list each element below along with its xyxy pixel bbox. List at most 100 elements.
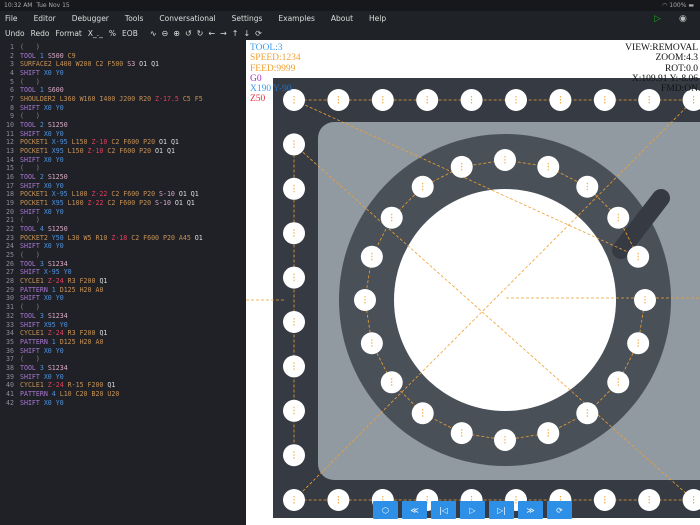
code-line[interactable]: 30 SHIFT X0 Y0 (0, 294, 246, 303)
code-line[interactable]: 20 SHIFT X0 Y0 (0, 208, 246, 217)
z-readout: Z50 (250, 94, 266, 105)
simulation-viewer[interactable]: TOOL:3 SPEED:1234 FEED:9999 G0 X190 Y-90… (246, 40, 700, 525)
code-line[interactable]: 38 TOOL 3 S1234 (0, 364, 246, 373)
undo-button[interactable]: Undo (5, 29, 25, 38)
menu-debugger[interactable]: Debugger (72, 14, 109, 23)
format-button[interactable]: Format (55, 29, 81, 38)
arrow-left-icon[interactable]: ← (208, 29, 215, 38)
time: 10:32 AM (4, 2, 33, 9)
code-text: SHOULDER2 L360 W160 I400 J200 R20 Z-17.5… (20, 95, 203, 104)
code-text: POCKET1 X95 L100 Z-22 C2 F600 P20 S-10 O… (20, 199, 195, 208)
line-number: 9 (10, 112, 14, 121)
toolpath-canvas[interactable] (246, 40, 700, 525)
line-number: 5 (10, 77, 14, 86)
code-text: CYCLE1 Z-24 R3 F200 Q1 (20, 277, 108, 286)
code-line[interactable]: 37 ( ) (0, 355, 246, 364)
code-line[interactable]: 14 SHIFT X0 Y0 (0, 156, 246, 165)
menu-help[interactable]: Help (369, 14, 386, 23)
step-forward-button[interactable]: ▷| (489, 501, 514, 519)
code-line[interactable]: 8 SHIFT X0 Y0 (0, 104, 246, 113)
zoom-in-icon[interactable]: ⊕ (173, 29, 180, 38)
rotate-left-icon[interactable]: ↺ (185, 29, 192, 38)
play-button[interactable]: ▷ (460, 501, 485, 519)
line-number: 41 (6, 389, 14, 398)
rewind-button[interactable]: ≪ (402, 501, 427, 519)
zoom-out-icon[interactable]: ⊖ (162, 29, 169, 38)
code-line[interactable]: 12 POCKET1 X-95 L150 Z-10 C2 F600 P20 O1 … (0, 138, 246, 147)
step-back-button[interactable]: |◁ (431, 501, 456, 519)
fmd-status: FMD:ON (661, 84, 698, 95)
code-text: ( ) (20, 164, 40, 173)
code-line[interactable]: 28 CYCLE1 Z-24 R3 F200 Q1 (0, 277, 246, 286)
code-line[interactable]: 4 SHIFT X0 Y0 (0, 69, 246, 78)
code-text: SHIFT X-95 Y0 (20, 268, 72, 277)
rotate-right-icon[interactable]: ↻ (197, 29, 204, 38)
code-line[interactable]: 42 SHIFT X0 Y0 (0, 399, 246, 408)
code-line[interactable]: 26 TOOL 3 S1234 (0, 260, 246, 269)
eob-button[interactable]: EOB (122, 29, 138, 38)
redo-button[interactable]: Redo (31, 29, 50, 38)
line-number: 21 (6, 216, 14, 225)
reset-icon: ⟳ (556, 505, 563, 515)
3d-view-button[interactable]: ⬡ (373, 501, 398, 519)
code-line[interactable]: 19 POCKET1 X95 L100 Z-22 C2 F600 P20 S-10… (0, 199, 246, 208)
reset-button[interactable]: ⟳ (547, 501, 572, 519)
code-line[interactable]: 33 SHIFT X95 Y0 (0, 321, 246, 330)
code-line[interactable]: 1 ( ) (0, 43, 246, 52)
code-line[interactable]: 11 SHIFT X0 Y0 (0, 130, 246, 139)
code-line[interactable]: 31 ( ) (0, 303, 246, 312)
code-line[interactable]: 6 TOOL 1 S600 (0, 86, 246, 95)
eye-icon[interactable]: ◉ (679, 14, 687, 24)
run-icon[interactable]: ▷ (654, 14, 661, 24)
code-line[interactable]: 25 ( ) (0, 251, 246, 260)
code-line[interactable]: 13 POCKET1 X95 L150 Z-10 C2 F600 P20 O1 Q… (0, 147, 246, 156)
line-number: 29 (6, 285, 14, 294)
code-line[interactable]: 17 SHIFT X0 Y0 (0, 182, 246, 191)
code-line[interactable]: 5 ( ) (0, 78, 246, 87)
menu-settings[interactable]: Settings (232, 14, 263, 23)
menu-about[interactable]: About (331, 14, 353, 23)
code-line[interactable]: 15 ( ) (0, 164, 246, 173)
refresh-icon[interactable]: ⟳ (255, 29, 262, 38)
code-line[interactable]: 36 SHIFT X0 Y0 (0, 347, 246, 356)
menu-file[interactable]: File (5, 14, 18, 23)
decimal-button[interactable]: X_._ (88, 29, 103, 38)
code-text: SHIFT X0 Y0 (20, 103, 64, 112)
code-line[interactable]: 27 SHIFT X-95 Y0 (0, 268, 246, 277)
code-line[interactable]: 32 TOOL 3 S1234 (0, 312, 246, 321)
code-line[interactable]: 18 POCKET1 X-95 L100 Z-22 C2 F600 P20 S-1… (0, 190, 246, 199)
code-line[interactable]: 3 SURFACE2 L400 W200 C2 F500 S3 O1 Q1 (0, 60, 246, 69)
code-line[interactable]: 34 CYCLE1 Z-24 R3 F200 Q1 (0, 329, 246, 338)
code-line[interactable]: 24 SHIFT X0 Y0 (0, 242, 246, 251)
code-editor[interactable]: 1 ( ) 2 TOOL 1 S500 C9 3 SURFACE2 L400 W200 C… (0, 40, 246, 525)
step-forward-icon: ▷| (497, 505, 506, 515)
menu-tools[interactable]: Tools (125, 14, 143, 23)
battery-icon: ▬ (688, 2, 694, 9)
line-number: 15 (6, 164, 14, 173)
code-line[interactable]: 21 ( ) (0, 216, 246, 225)
code-line[interactable]: 40 CYCLE1 Z-24 R-15 F200 Q1 (0, 381, 246, 390)
code-line[interactable]: 39 SHIFT X0 Y0 (0, 373, 246, 382)
code-line[interactable]: 22 TOOL 4 S1250 (0, 225, 246, 234)
signal-icon[interactable]: ∿ (150, 29, 157, 38)
menu-conversational[interactable]: Conversational (159, 14, 215, 23)
code-line[interactable]: 2 TOOL 1 S500 C9 (0, 52, 246, 61)
arrow-right-icon[interactable]: → (220, 29, 227, 38)
line-number: 12 (6, 138, 14, 147)
code-text: SHIFT X95 Y0 (20, 320, 68, 329)
code-line[interactable]: 16 TOOL 2 S1250 (0, 173, 246, 182)
fast-forward-button[interactable]: ≫ (518, 501, 543, 519)
arrow-down-icon[interactable]: ↓ (243, 29, 250, 38)
code-line[interactable]: 35 PATTERN 1 D125 H20 A0 (0, 338, 246, 347)
menu-editor[interactable]: Editor (34, 14, 56, 23)
code-line[interactable]: 23 POCKET2 Y50 L30 W5 R10 Z-18 C2 F600 P2… (0, 234, 246, 243)
code-line[interactable]: 7 SHOULDER2 L360 W160 I400 J200 R20 Z-17.… (0, 95, 246, 104)
menu-examples[interactable]: Examples (278, 14, 314, 23)
percent-button[interactable]: % (109, 29, 116, 38)
arrow-up-icon[interactable]: ↑ (232, 29, 239, 38)
code-line[interactable]: 29 PATTERN 1 D125 H20 A0 (0, 286, 246, 295)
rotation: ROT:0.0 (664, 63, 698, 74)
code-line[interactable]: 9 ( ) (0, 112, 246, 121)
code-line[interactable]: 10 TOOL 2 S1250 (0, 121, 246, 130)
code-line[interactable]: 41 PATTERN 4 L10 C20 B20 U20 (0, 390, 246, 399)
